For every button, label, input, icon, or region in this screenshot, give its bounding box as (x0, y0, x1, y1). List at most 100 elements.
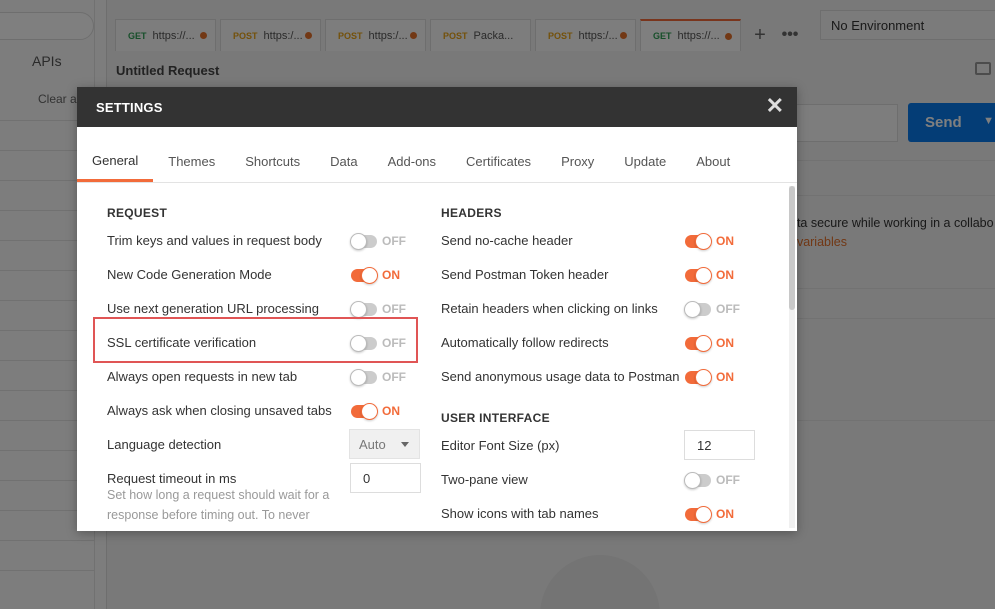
toggle-state: ON (382, 404, 400, 418)
setting-label: Send no-cache header (441, 232, 573, 248)
tab-themes[interactable]: Themes (153, 127, 230, 182)
tab-data[interactable]: Data (315, 127, 372, 182)
toggle-state: ON (716, 268, 734, 282)
toggle-track (350, 368, 377, 386)
toggle-knob (684, 300, 701, 318)
toggle-track (350, 232, 377, 250)
setting-label: Request timeout in ms (107, 470, 237, 486)
setting-label: Always ask when closing unsaved tabs (107, 402, 332, 418)
setting-row: New Code Generation Mode (107, 264, 272, 284)
toggle-knob (350, 232, 367, 250)
toggle-track (684, 300, 711, 318)
code-generation-toggle[interactable]: ON (351, 266, 400, 284)
toggle-track (351, 266, 378, 284)
setting-row: Use next generation URL processing (107, 298, 319, 318)
setting-label: Send Postman Token header (441, 266, 609, 282)
tab-add-ons[interactable]: Add-ons (373, 127, 451, 182)
setting-row: Show icons with tab names (441, 503, 599, 523)
setting-label: Always open requests in new tab (107, 368, 298, 384)
toggle-state: ON (716, 336, 734, 350)
two-pane-toggle[interactable]: OFF (684, 471, 740, 489)
setting-row: Language detection (107, 434, 221, 454)
tab-proxy[interactable]: Proxy (546, 127, 609, 182)
toggle-track (685, 505, 712, 523)
setting-label: Two-pane view (441, 471, 528, 487)
settings-header: SETTINGS ✕ (77, 87, 797, 127)
setting-row: Trim keys and values in request body (107, 230, 322, 250)
editor-font-size-input[interactable]: 12 (684, 430, 755, 460)
no-cache-toggle[interactable]: ON (685, 232, 734, 250)
toggle-knob (695, 505, 712, 523)
retain-headers-toggle[interactable]: OFF (684, 300, 740, 318)
chevron-down-icon (401, 442, 409, 447)
select-value: Auto (359, 437, 386, 452)
toggle-knob (361, 266, 378, 284)
setting-label: Trim keys and values in request body (107, 232, 322, 248)
toggle-state: OFF (716, 302, 740, 316)
toggle-knob (695, 232, 712, 250)
toggle-track (684, 471, 711, 489)
usage-data-toggle[interactable]: ON (685, 368, 734, 386)
toggle-state: OFF (382, 370, 406, 384)
setting-label: Use next generation URL processing (107, 300, 319, 316)
toggle-knob (695, 334, 712, 352)
toggle-knob (684, 471, 701, 489)
toggle-track (685, 266, 712, 284)
toggle-track (685, 334, 712, 352)
toggle-state: ON (716, 370, 734, 384)
trim-keys-toggle[interactable]: OFF (350, 232, 406, 250)
setting-row: Editor Font Size (px) (441, 435, 560, 455)
setting-row: Automatically follow redirects (441, 332, 609, 352)
setting-label: Automatically follow redirects (441, 334, 609, 350)
language-detection-select[interactable]: Auto (349, 429, 420, 459)
toggle-state: OFF (716, 473, 740, 487)
section-heading-headers: HEADERS (441, 206, 502, 220)
setting-label: Retain headers when clicking on links (441, 300, 658, 316)
toggle-state: ON (716, 507, 734, 521)
setting-label: New Code Generation Mode (107, 266, 272, 282)
settings-tabs: General Themes Shortcuts Data Add-ons Ce… (77, 127, 797, 183)
timeout-help-text: Set how long a request should wait for a… (107, 488, 330, 522)
toggle-track (351, 402, 378, 420)
tab-shortcuts[interactable]: Shortcuts (230, 127, 315, 182)
setting-row: Send no-cache header (441, 230, 573, 250)
toggle-state: OFF (382, 234, 406, 248)
setting-row: Two-pane view (441, 469, 528, 489)
tab-certificates[interactable]: Certificates (451, 127, 546, 182)
settings-title: SETTINGS (96, 99, 163, 115)
tab-icons-toggle[interactable]: ON (685, 505, 734, 523)
scrollbar-thumb[interactable] (789, 186, 795, 310)
setting-label: Language detection (107, 436, 222, 452)
close-icon[interactable]: ✕ (765, 95, 785, 117)
toggle-knob (350, 300, 367, 318)
toggle-state: OFF (382, 302, 406, 316)
toggle-track (685, 232, 712, 250)
request-timeout-input[interactable]: 0 (350, 463, 421, 493)
postman-token-toggle[interactable]: ON (685, 266, 734, 284)
ask-unsaved-toggle[interactable]: ON (351, 402, 400, 420)
toggle-knob (695, 266, 712, 284)
setting-row: Send Postman Token header (441, 264, 608, 284)
ssl-highlight-box (93, 317, 418, 363)
toggle-track (685, 368, 712, 386)
toggle-state: ON (716, 234, 734, 248)
setting-label: Editor Font Size (px) (441, 437, 560, 453)
setting-label: Send anonymous usage data to Postman (441, 368, 680, 384)
setting-label: Show icons with tab names (441, 505, 599, 521)
toggle-state: ON (382, 268, 400, 282)
tab-general[interactable]: General (77, 126, 154, 182)
toggle-knob (361, 402, 378, 420)
follow-redirects-toggle[interactable]: ON (685, 334, 734, 352)
toggle-track (350, 300, 377, 318)
tab-update[interactable]: Update (609, 127, 681, 182)
section-heading-request: REQUEST (107, 206, 168, 220)
open-new-tab-toggle[interactable]: OFF (350, 368, 406, 386)
tab-about[interactable]: About (681, 127, 745, 182)
toggle-knob (350, 368, 367, 386)
settings-dialog: SETTINGS ✕ General Themes Shortcuts Data… (77, 87, 797, 531)
url-processing-toggle[interactable]: OFF (350, 300, 406, 318)
setting-row: Always open requests in new tab (107, 366, 297, 386)
toggle-knob (695, 368, 712, 386)
setting-row: Retain headers when clicking on links (441, 298, 658, 318)
section-heading-user-interface: USER INTERFACE (441, 411, 550, 425)
